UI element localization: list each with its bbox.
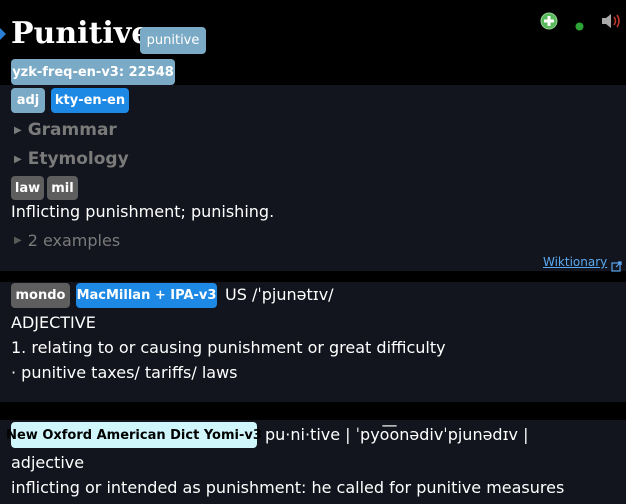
grammar-label: Grammar bbox=[27, 120, 117, 140]
reading-tag[interactable]: punitive bbox=[140, 27, 206, 54]
triangle-right-icon: ▶ bbox=[14, 153, 22, 165]
source-link[interactable]: Wiktionary bbox=[543, 255, 622, 272]
definition-text: Inflicting punishment; punishing. bbox=[11, 202, 275, 221]
definition-text: inflicting or intended as punishment: he… bbox=[11, 478, 565, 497]
wiktionary-link[interactable]: Wiktionary bbox=[543, 255, 607, 269]
etymology-toggle[interactable]: ▶ Etymology bbox=[14, 148, 129, 170]
pos-tag-adj[interactable]: adj bbox=[11, 88, 45, 113]
pronunciation-text: US /ˈpjunətɪv/ bbox=[225, 285, 334, 304]
etymology-label: Etymology bbox=[27, 149, 129, 169]
speaker-icon[interactable] bbox=[600, 12, 624, 30]
frequency-tag[interactable]: yzk-freq-en-v3: 22548 bbox=[11, 59, 175, 85]
plus-circle-icon[interactable] bbox=[540, 12, 558, 30]
part-of-speech: ADJECTIVE bbox=[11, 313, 96, 332]
dictionary-tag-oxford[interactable]: New Oxford American Dict Yomi-v3 bbox=[6, 422, 262, 448]
triangle-right-icon: ▶ bbox=[14, 234, 22, 246]
dictionary-tag-mondo[interactable]: mondo bbox=[11, 283, 70, 308]
definition-text: 1. relating to or causing punishment or … bbox=[11, 338, 446, 357]
dictionary-tag-macmillan[interactable]: MacMillan + IPA-v3 bbox=[76, 283, 217, 308]
examples-label: 2 examples bbox=[27, 230, 121, 250]
examples-toggle[interactable]: ▶ 2 examples bbox=[14, 229, 120, 251]
example-text: · punitive taxes/ tariffs/ laws bbox=[11, 363, 238, 382]
headword-title: Punitive bbox=[11, 16, 151, 51]
pronunciation-text: pu·ni·tive | ˈpyo͞onədivˈpjunədɪv | bbox=[265, 425, 529, 444]
triangle-right-icon: ▶ bbox=[14, 124, 22, 136]
dictionary-tag-kty[interactable]: kty-en-en bbox=[51, 88, 129, 113]
green-dot-icon bbox=[575, 16, 584, 31]
sense-tag-mil[interactable]: mil bbox=[47, 176, 78, 200]
external-link-icon bbox=[611, 257, 622, 272]
triangle-marker-icon bbox=[0, 28, 6, 40]
sense-tag-law[interactable]: law bbox=[11, 176, 44, 200]
grammar-toggle[interactable]: ▶ Grammar bbox=[14, 119, 117, 141]
part-of-speech: adjective bbox=[11, 453, 85, 472]
